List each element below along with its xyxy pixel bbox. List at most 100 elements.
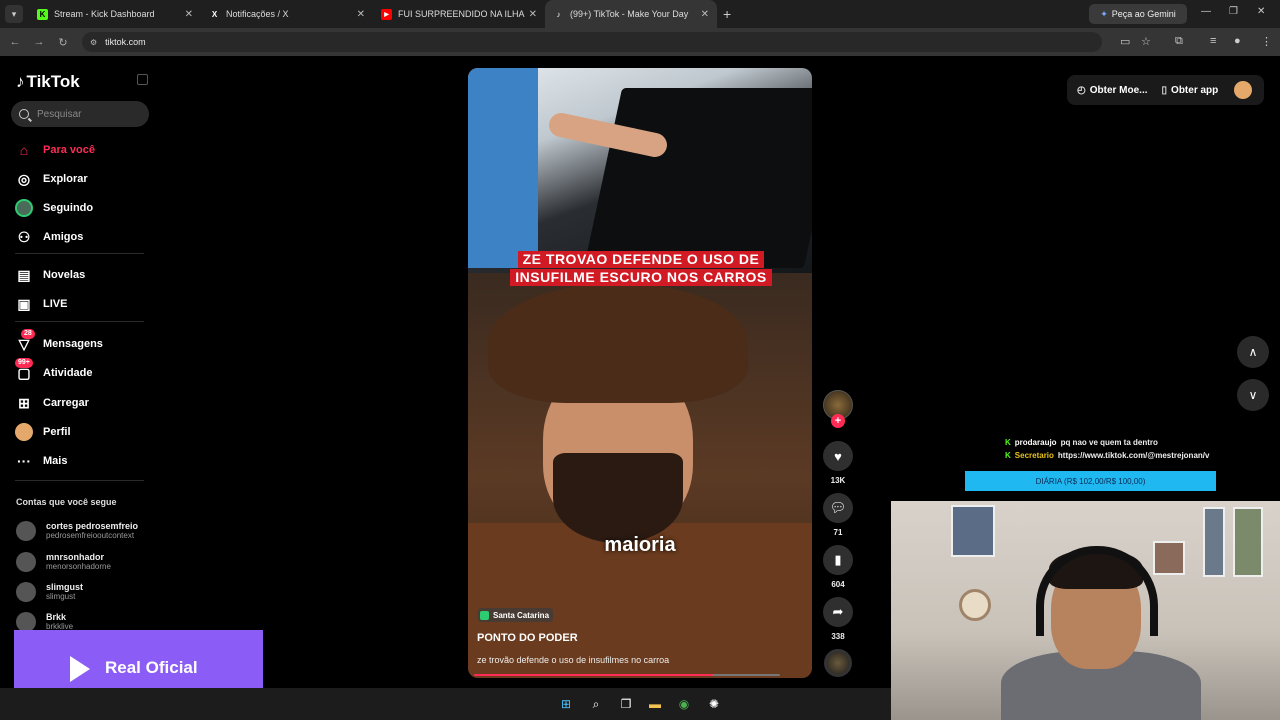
friends-icon: ⚇ [17, 228, 31, 245]
messages-badge: 28 [21, 329, 35, 339]
comment-button[interactable]: 💬︎ 71 [822, 493, 854, 537]
next-video-button[interactable]: ∨ [1237, 379, 1269, 411]
followed-account[interactable]: Brkk brkklive [16, 612, 73, 632]
sidebar-item-perfil[interactable]: Perfil [15, 422, 71, 442]
following-accounts-header: Contas que você segue [16, 497, 117, 507]
tab-search-button[interactable]: ▾ [5, 5, 23, 23]
forward-icon[interactable]: → [27, 36, 51, 48]
sidebar-item-seguindo[interactable]: Seguindo [15, 198, 93, 218]
save-button[interactable]: ▮ 604 [822, 545, 854, 589]
reload-icon[interactable]: ↻ [51, 36, 75, 49]
sidebar-item-label: Carregar [43, 397, 89, 409]
get-app-button[interactable]: ▯ Obter app [1162, 85, 1219, 96]
tiktok-logo-icon: ♪ [16, 72, 25, 91]
chrome-icon[interactable]: ◉ [676, 696, 692, 712]
menu-kebab-icon[interactable]: ⋮ [1261, 35, 1272, 48]
wall-poster [1153, 541, 1185, 575]
cowboy-hat [488, 283, 748, 403]
profile-icon[interactable]: ● [1234, 35, 1241, 47]
location-tag[interactable]: Santa Catarina [478, 608, 554, 622]
back-icon[interactable]: ← [3, 36, 27, 48]
share-button[interactable]: ➦ 338 [822, 597, 854, 641]
music-disc-icon[interactable] [824, 649, 852, 677]
followed-account[interactable]: mnrsonhador menorsonhadorne [16, 552, 111, 572]
search-placeholder: Pesquisar [37, 108, 82, 120]
follow-plus-icon[interactable]: + [831, 414, 845, 428]
minimize-icon[interactable]: — [1201, 6, 1211, 17]
location-text: Santa Catarina [493, 610, 550, 620]
inbox-icon: ▽ 28 [15, 329, 35, 353]
tab-kick[interactable]: K Stream - Kick Dashboard ✕ [29, 0, 201, 28]
divider [15, 321, 144, 322]
sidebar-item-mais[interactable]: ··· Mais [15, 451, 67, 471]
app-icon[interactable]: ✺ [706, 696, 722, 712]
kick-icon: K [37, 8, 48, 20]
close-icon[interactable]: ✕ [529, 9, 537, 20]
video-player[interactable]: ZE TROVAO DEFENDE O USO DE INSUFILME ESC… [468, 68, 812, 678]
bookmark-icon: ▮ [823, 545, 853, 575]
banner-text: Real Oficial [105, 658, 198, 677]
tiktok-logo[interactable]: ♪ TikTok [16, 72, 80, 92]
url-field[interactable]: ⚙ tiktok.com [82, 32, 1102, 52]
sidebar-item-explorar[interactable]: ◎ Explorar [15, 169, 88, 189]
sidebar-item-label: LIVE [43, 298, 68, 310]
sidebar-item-atividade[interactable]: ▢ 99+ Atividade [15, 358, 93, 383]
divider [15, 480, 144, 481]
upload-icon: ⊞ [18, 394, 30, 411]
sidebar-item-live[interactable]: ▣ LIVE [15, 294, 67, 314]
get-app-label: Obter app [1171, 84, 1219, 96]
extensions-icon[interactable]: ⧉ [1175, 35, 1183, 48]
tab-x[interactable]: X Notificações / X ✕ [201, 0, 373, 28]
followed-account[interactable]: slimgust slimgust [16, 582, 83, 602]
youtube-icon: ▶ [381, 8, 392, 20]
avatar [16, 612, 36, 632]
new-tab-button[interactable]: + [723, 6, 731, 22]
previous-video-button[interactable]: ∧ [1237, 336, 1269, 368]
avatar [16, 521, 36, 541]
headline-line-1: ZE TROVAO DEFENDE O USO DE [517, 251, 765, 268]
close-icon[interactable]: ✕ [357, 9, 365, 20]
more-icon: ··· [17, 453, 31, 469]
collapse-sidebar-icon[interactable] [137, 74, 148, 85]
close-icon[interactable]: ✕ [701, 9, 709, 20]
file-explorer-icon[interactable]: ▬ [647, 696, 663, 712]
tab-tiktok[interactable]: ♪ (99+) TikTok - Make Your Day ✕ [545, 0, 717, 28]
sidebar-item-mensagens[interactable]: ▽ 28 Mensagens [15, 329, 103, 354]
sidebar-item-amigos[interactable]: ⚇ Amigos [15, 227, 84, 247]
reading-list-icon[interactable]: ≡ [1210, 35, 1216, 47]
video-progress-bar[interactable] [474, 674, 780, 676]
video-author[interactable]: PONTO DO PODER [477, 632, 578, 644]
task-view-icon[interactable]: ❐ [618, 696, 634, 712]
sidebar-item-novelas[interactable]: ▤ Novelas [15, 265, 85, 285]
sidebar-item-carregar[interactable]: ⊞ Carregar [15, 393, 89, 413]
site-info-icon[interactable]: ⚙ [90, 38, 97, 47]
avatar [16, 582, 36, 602]
search-icon[interactable]: ⌕ [588, 696, 604, 712]
restore-icon[interactable]: ❐ [1229, 6, 1238, 17]
kick-icon: K [1005, 451, 1011, 460]
windows-start-icon[interactable]: ⊞ [558, 696, 574, 712]
bookmark-star-icon[interactable]: ☆ [1141, 35, 1151, 48]
gemini-button[interactable]: ✦ Peça ao Gemini [1089, 4, 1187, 24]
search-input[interactable]: Pesquisar [11, 101, 149, 127]
account-handle: menorsonhadorne [46, 562, 111, 571]
sidebar-item-label: Atividade [43, 367, 93, 379]
chevron-down-icon: ∨ [1248, 388, 1258, 402]
wall-poster [951, 505, 995, 557]
following-avatar-icon [15, 199, 33, 217]
video-headline: ZE TROVAO DEFENDE O USO DE INSUFILME ESC… [496, 251, 786, 287]
video-scene-top [468, 68, 812, 273]
followed-account[interactable]: cortes pedrosemfreio pedrosemfreiooutcont… [16, 521, 138, 541]
activity-badge: 99+ [15, 358, 33, 368]
avatar[interactable] [1234, 81, 1252, 99]
sidebar-item-label: Mensagens [43, 338, 103, 350]
get-coins-button[interactable]: ◴ Obter Moe... [1077, 85, 1148, 96]
account-name: Brkk [46, 612, 67, 622]
close-icon[interactable]: ✕ [185, 9, 193, 20]
cast-icon[interactable]: ▭ [1120, 35, 1130, 48]
window-close-icon[interactable]: ✕ [1257, 6, 1265, 17]
sidebar-item-para-voce[interactable]: ⌂ Para você [15, 140, 95, 160]
beard [553, 453, 683, 543]
like-button[interactable]: ♥ 13K [822, 441, 854, 485]
tab-youtube[interactable]: ▶ FUI SURPREENDIDO NA ILHA T ✕ [373, 0, 545, 28]
